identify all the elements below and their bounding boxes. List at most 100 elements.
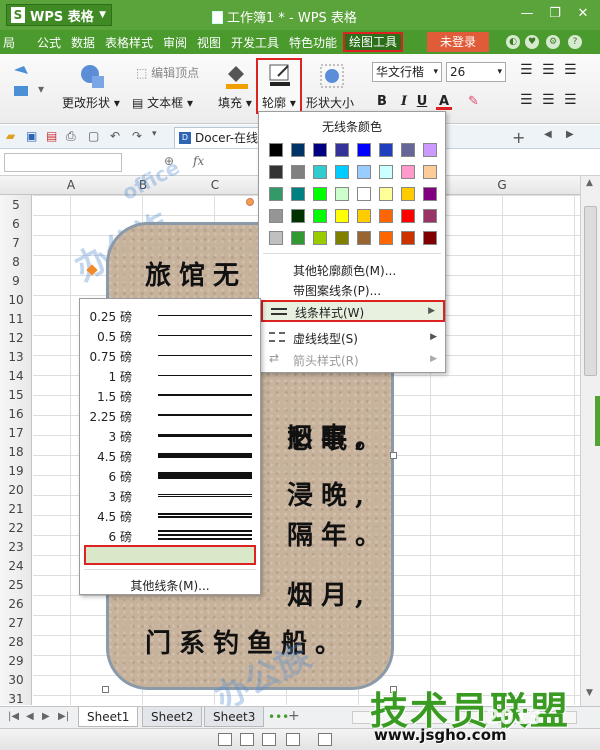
color-swatch[interactable] xyxy=(379,165,393,179)
color-swatch[interactable] xyxy=(291,187,305,201)
resize-handle[interactable] xyxy=(102,686,109,693)
color-swatch[interactable] xyxy=(335,143,349,157)
column-header[interactable]: G xyxy=(492,178,512,192)
line-weight-item[interactable]: 1 磅 xyxy=(84,365,256,385)
dash-style-item[interactable]: 虚线线型(S) xyxy=(293,330,358,347)
edit-vertex-button[interactable]: ⬚ 编辑顶点 xyxy=(136,64,199,81)
last-sheet-icon[interactable]: ▶| xyxy=(58,711,69,722)
align-bottom-icon[interactable]: ☰ xyxy=(564,92,577,108)
color-swatch[interactable] xyxy=(357,165,371,179)
color-swatch[interactable] xyxy=(313,209,327,223)
menu-item-review[interactable]: 审阅 xyxy=(163,34,187,51)
line-weight-item[interactable]: 3 磅 xyxy=(84,425,256,445)
row-header[interactable]: 13 xyxy=(0,350,32,364)
skin-icon[interactable]: ◐ xyxy=(506,35,520,49)
color-swatch[interactable] xyxy=(423,165,437,179)
color-swatch[interactable] xyxy=(269,187,283,201)
color-swatch[interactable] xyxy=(313,187,327,201)
arrow-style-item[interactable]: 箭头样式(R) xyxy=(293,352,359,369)
row-header[interactable]: 6 xyxy=(0,217,32,231)
undo-icon[interactable]: ↶ xyxy=(110,129,120,143)
align-left-icon[interactable]: ☰ xyxy=(520,62,533,78)
normal-view-icon[interactable] xyxy=(218,733,232,746)
color-swatch[interactable] xyxy=(269,165,283,179)
color-swatch[interactable] xyxy=(291,143,305,157)
line-weight-item[interactable]: 6 磅 xyxy=(84,525,256,545)
row-header[interactable]: 22 xyxy=(0,521,32,535)
row-header[interactable]: 18 xyxy=(0,445,32,459)
line-weight-item[interactable]: 1.5 磅 xyxy=(84,385,256,405)
wps-app-menu-button[interactable]: S WPS 表格 ▼ xyxy=(6,4,112,26)
row-header[interactable]: 12 xyxy=(0,331,32,345)
row-header[interactable]: 19 xyxy=(0,464,32,478)
color-swatch[interactable] xyxy=(313,231,327,245)
minimize-button[interactable]: — xyxy=(514,4,540,24)
column-header[interactable]: A xyxy=(61,178,81,192)
outline-button[interactable]: 轮廓 ▾ xyxy=(256,58,302,114)
color-swatch[interactable] xyxy=(401,165,415,179)
restore-button[interactable]: ❐ xyxy=(542,4,568,24)
preview-icon[interactable]: ▢ xyxy=(88,129,99,143)
menu-item-layout[interactable]: 局 xyxy=(3,34,15,51)
first-sheet-icon[interactable]: |◀ xyxy=(8,711,19,722)
other-outline-color-item[interactable]: 其他轮廓颜色(M)... xyxy=(293,262,396,279)
row-header[interactable]: 14 xyxy=(0,369,32,383)
line-weight-item[interactable]: 2.25 磅 xyxy=(84,405,256,425)
arrow-shape-icon[interactable] xyxy=(12,62,32,110)
line-weight-item[interactable]: 3 磅 xyxy=(84,485,256,505)
collapse-arrow-icon[interactable]: ▾ xyxy=(38,82,44,96)
color-swatch[interactable] xyxy=(379,231,393,245)
menu-item-developer[interactable]: 开发工具 xyxy=(231,34,279,51)
row-header[interactable]: 23 xyxy=(0,540,32,554)
font-size-select[interactable]: 26 ▾ xyxy=(446,62,506,82)
color-swatch[interactable] xyxy=(291,165,305,179)
vertical-scrollbar[interactable]: ▲ ▼ xyxy=(580,176,600,706)
line-weight-item[interactable]: 4.5 磅 xyxy=(84,445,256,465)
align-middle-icon[interactable]: ☰ xyxy=(542,92,555,108)
settings-icon[interactable]: ⚙ xyxy=(546,35,560,49)
row-header[interactable]: 9 xyxy=(0,274,32,288)
color-swatch[interactable] xyxy=(423,231,437,245)
print-icon[interactable]: ⎙ xyxy=(66,129,76,144)
prev-sheet-icon[interactable]: ◀ xyxy=(26,711,34,722)
line-weight-item[interactable]: 4.5 磅 xyxy=(84,505,256,525)
tab-prev-icon[interactable]: ◀ xyxy=(544,129,552,140)
side-panel-tab[interactable] xyxy=(595,396,600,446)
align-top-icon[interactable]: ☰ xyxy=(520,92,533,108)
color-swatch[interactable] xyxy=(335,209,349,223)
color-swatch[interactable] xyxy=(401,187,415,201)
row-header[interactable]: 21 xyxy=(0,502,32,516)
menu-item-special[interactable]: 特色功能 xyxy=(289,34,337,51)
color-swatch[interactable] xyxy=(313,165,327,179)
scroll-thumb[interactable] xyxy=(584,206,597,376)
tab-docer-online[interactable]: D Docer-在线 xyxy=(174,127,260,148)
row-header[interactable]: 25 xyxy=(0,578,32,592)
color-swatch[interactable] xyxy=(335,231,349,245)
color-swatch[interactable] xyxy=(269,231,283,245)
scroll-down-icon[interactable]: ▼ xyxy=(586,688,593,698)
color-swatch[interactable] xyxy=(313,143,327,157)
row-header[interactable]: 7 xyxy=(0,236,32,250)
color-swatch[interactable] xyxy=(401,143,415,157)
add-sheet-icon[interactable]: + xyxy=(288,708,300,724)
export-pdf-icon[interactable]: ▤ xyxy=(46,129,57,143)
color-swatch[interactable] xyxy=(357,187,371,201)
menu-item-formula[interactable]: 公式 xyxy=(37,34,61,51)
row-header[interactable]: 16 xyxy=(0,407,32,421)
shirt-icon[interactable]: ♥ xyxy=(525,35,539,49)
name-box[interactable] xyxy=(4,153,122,172)
line-weight-item[interactable]: 0.75 磅 xyxy=(84,345,256,365)
line-weight-item[interactable]: 0.5 磅 xyxy=(84,325,256,345)
line-style-item[interactable]: 线条样式(W) ▶ xyxy=(261,300,445,322)
font-name-select[interactable]: 华文行楷 ▾ xyxy=(372,62,442,82)
row-header[interactable]: 8 xyxy=(0,255,32,269)
shape-size-button[interactable]: 形状大小 xyxy=(306,94,354,111)
color-swatch[interactable] xyxy=(401,231,415,245)
color-swatch[interactable] xyxy=(291,231,305,245)
bold-button[interactable]: B xyxy=(374,94,390,110)
row-header[interactable]: 31 xyxy=(0,692,32,706)
change-shape-button[interactable]: 更改形状 ▾ xyxy=(62,94,120,111)
menu-item-data[interactable]: 数据 xyxy=(71,34,95,51)
font-color-button[interactable]: A xyxy=(436,94,452,110)
more-sheets-icon[interactable]: ••• xyxy=(268,710,289,724)
